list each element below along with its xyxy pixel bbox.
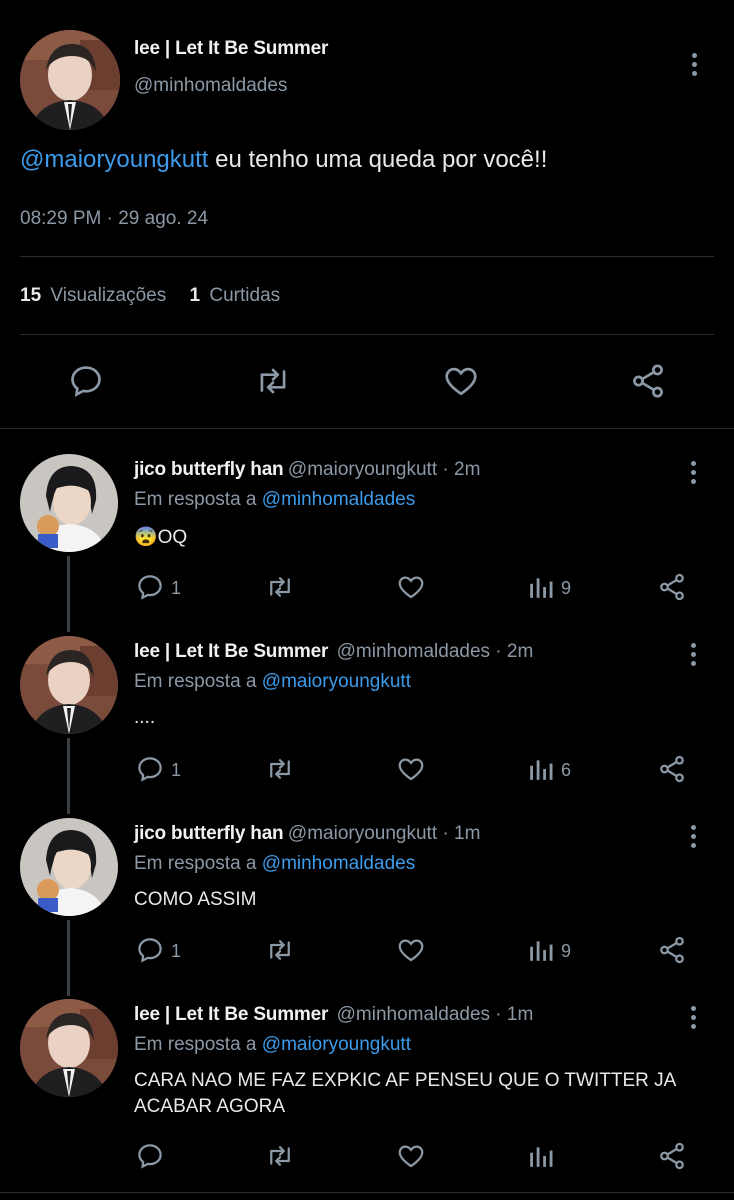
tweet-stats: 15 Visualizações 1 Curtidas [20,285,280,307]
reply-icon[interactable] [135,754,165,784]
divider [0,428,734,429]
timestamp: 08:29 PM · 29 ago. 24 [20,208,209,229]
mention-link[interactable]: @maioryoungkutt [262,1034,411,1055]
tweet-text: @maioryoungkutt eu tenho uma queda por v… [20,146,547,174]
views-count: 6 [561,760,572,780]
reply-text-line: ACABAR AGORA [134,1096,285,1117]
display-name[interactable]: lee | Let It Be Summer [134,38,328,60]
reply-context: Em resposta a @minhomaldades [134,489,415,511]
views-label[interactable]: Visualizações [50,285,166,306]
reply-text: COMO ASSIM [134,889,257,910]
likes-count: 1 [189,285,201,306]
reply-text: 😨OQ [134,527,188,548]
views-icon[interactable] [528,756,554,782]
reply-prefix: Em resposta a [134,489,257,510]
views-count: 9 [561,941,572,961]
reply-context: Em resposta a @minhomaldades [134,853,415,875]
reply-context: Em resposta a @maioryoungkutt [134,671,411,693]
more-options-icon[interactable] [691,1006,697,1033]
reply-text-line: CARA NAO ME FAZ EXPKIC AF PENSEU QUE O T… [134,1070,677,1091]
thread-line [67,738,70,814]
like-icon[interactable] [395,1141,427,1171]
more-options-icon[interactable] [691,643,697,670]
views-icon[interactable] [528,1143,554,1169]
thread-line [67,920,70,996]
thread-line [67,556,70,632]
reply-icon[interactable] [67,362,105,400]
divider [20,256,714,257]
reply-header: lee | Let It Be Summer @minhomaldades · … [134,641,533,663]
mention-link[interactable]: @maioryoungkutt [20,146,208,173]
display-name[interactable]: jico butterfly han [134,823,284,844]
mention-link[interactable]: @minhomaldades [262,853,415,874]
views-count: 9 [561,578,572,598]
divider [0,1192,734,1193]
reply-prefix: Em resposta a [134,671,257,692]
reply-text: .... [134,707,156,728]
mention-link[interactable]: @maioryoungkutt [262,671,411,692]
reply-icon[interactable] [135,572,165,602]
retweet-icon[interactable] [264,1141,296,1171]
like-icon[interactable] [395,572,427,602]
more-options-icon[interactable] [692,53,698,80]
more-options-icon[interactable] [691,461,697,488]
reply-header: jico butterfly han @maioryoungkutt · 1m [134,823,480,845]
share-icon[interactable] [656,754,688,784]
display-name[interactable]: jico butterfly han [134,459,284,480]
share-icon[interactable] [656,572,688,602]
reply-header: lee | Let It Be Summer @minhomaldades · … [134,1004,533,1026]
retweet-icon[interactable] [264,754,296,784]
retweet-icon[interactable] [253,362,293,400]
avatar[interactable] [20,454,118,552]
like-icon[interactable] [395,935,427,965]
views-count: 15 [20,285,42,306]
handle-time[interactable]: @maioryoungkutt · 2m [288,459,480,480]
reply-count: 1 [171,941,182,961]
mention-link[interactable]: @minhomaldades [262,489,415,510]
display-name[interactable]: lee | Let It Be Summer [134,641,328,662]
handle-time[interactable]: @maioryoungkutt · 1m [288,823,480,844]
divider [20,334,714,335]
likes-label[interactable]: Curtidas [209,285,280,306]
tweet-body: eu tenho uma queda por você!! [208,146,548,173]
share-icon[interactable] [628,362,668,400]
views-icon[interactable] [528,937,554,963]
user-handle[interactable]: @minhomaldades [134,75,287,97]
avatar[interactable] [20,636,118,734]
share-icon[interactable] [656,935,688,965]
reply-prefix: Em resposta a [134,853,257,874]
reply-count: 1 [171,578,182,598]
reply-icon[interactable] [135,1141,165,1171]
reply-prefix: Em resposta a [134,1034,257,1055]
avatar[interactable] [20,30,120,130]
retweet-icon[interactable] [264,572,296,602]
share-icon[interactable] [656,1141,688,1171]
handle-time[interactable]: @minhomaldades · 1m [337,1004,534,1025]
reply-count: 1 [171,760,182,780]
like-icon[interactable] [395,754,427,784]
reply-context: Em resposta a @maioryoungkutt [134,1034,411,1056]
more-options-icon[interactable] [691,825,697,852]
display-name[interactable]: lee | Let It Be Summer [134,1004,328,1025]
avatar[interactable] [20,999,118,1097]
retweet-icon[interactable] [264,935,296,965]
reply-icon[interactable] [135,935,165,965]
reply-header: jico butterfly han @maioryoungkutt · 2m [134,459,480,481]
avatar[interactable] [20,818,118,916]
handle-time[interactable]: @minhomaldades · 2m [337,641,534,662]
like-icon[interactable] [441,362,481,400]
views-icon[interactable] [528,574,554,600]
